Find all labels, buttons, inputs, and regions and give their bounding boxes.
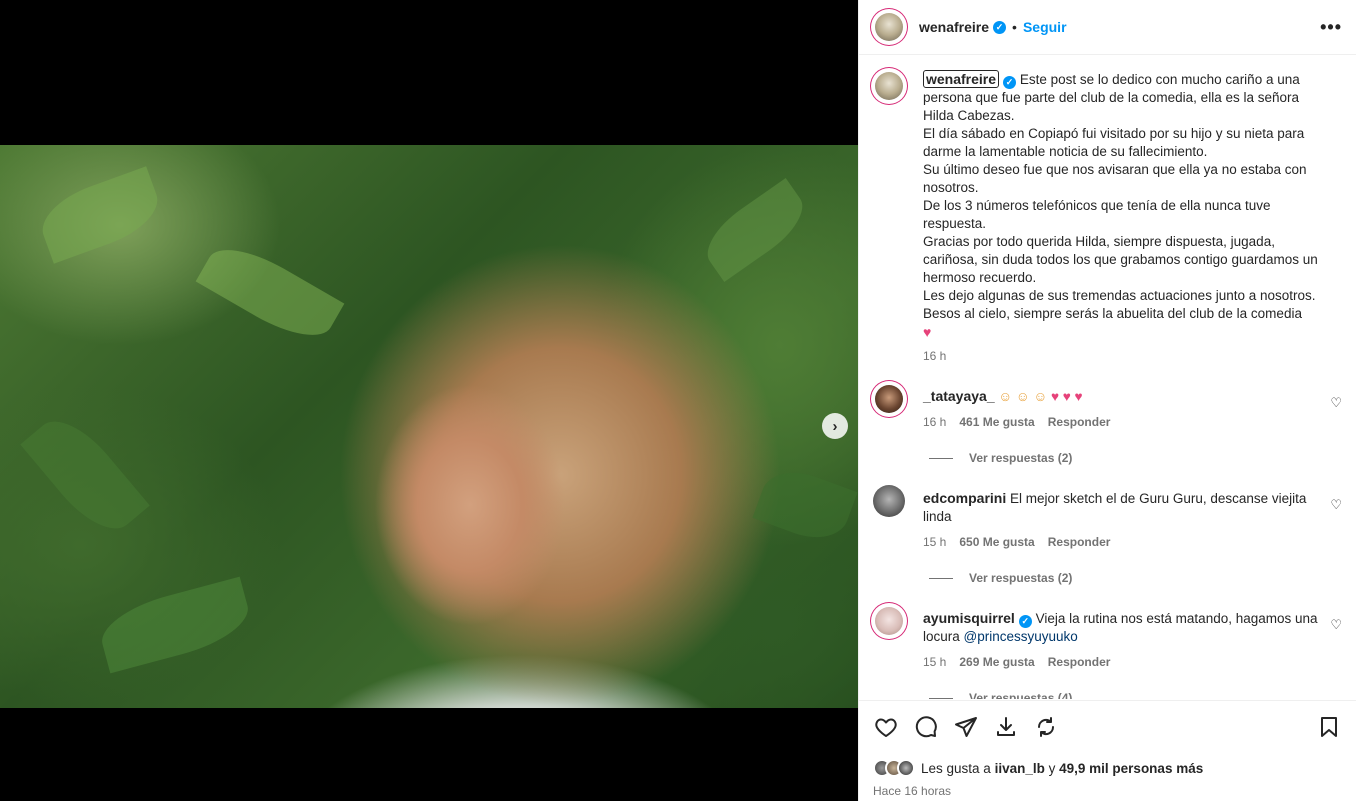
post-details-panel: wenafreire ✓ • Seguir ••• wenafreire ✓ Es…: [858, 0, 1356, 801]
caption-text-line: Les dejo algunas de sus tremendas actuac…: [923, 288, 1316, 303]
leaf-shape: [695, 177, 815, 283]
media-pane: ›: [0, 0, 858, 801]
reply-button[interactable]: Responder: [1048, 653, 1111, 671]
view-replies-button[interactable]: Ver respuestas (2): [929, 571, 1356, 585]
comment-meta: 15 h 650 Me gusta Responder: [923, 533, 1333, 551]
commenter-avatar[interactable]: [873, 485, 905, 517]
comment-mention-link[interactable]: @princessyuyuuko: [964, 629, 1078, 644]
comment-bubble-icon[interactable]: [913, 714, 939, 740]
leaf-shape: [33, 166, 167, 264]
view-replies-label: Ver respuestas (2): [969, 451, 1073, 465]
separator-dot: •: [1012, 19, 1017, 35]
view-replies-button[interactable]: Ver respuestas (2): [929, 451, 1356, 465]
caption-text-line: De los 3 números telefónicos que tenía d…: [923, 198, 1271, 231]
follow-button[interactable]: Seguir: [1023, 19, 1067, 35]
like-comment-heart-icon[interactable]: ♡: [1330, 497, 1342, 513]
likes-text: Les gusta a iivan_lb y 49,9 mil personas…: [921, 761, 1203, 776]
repost-icon[interactable]: [1033, 714, 1059, 740]
likes-joiner: y: [1048, 760, 1056, 776]
more-options-icon[interactable]: •••: [1320, 17, 1342, 38]
commenter-avatar[interactable]: [873, 605, 905, 637]
comment-meta: 16 h 461 Me gusta Responder: [923, 413, 1333, 431]
leaf-shape: [94, 576, 256, 674]
likes-summary[interactable]: Les gusta a iivan_lb y 49,9 mil personas…: [873, 759, 1342, 777]
liker-username[interactable]: iivan_lb: [995, 761, 1045, 776]
post-caption: wenafreire ✓ Este post se lo dedico con m…: [859, 56, 1356, 365]
leaf-shape: [20, 405, 150, 545]
comment-item: ayumisquirrel ✓ Vieja la rutina nos está …: [859, 605, 1356, 671]
replies-divider: [929, 577, 953, 579]
replies-divider: [929, 697, 953, 699]
comment-timestamp[interactable]: 15 h: [923, 533, 946, 551]
reply-button[interactable]: Responder: [1048, 533, 1111, 551]
commenter-username[interactable]: edcomparini: [923, 490, 1006, 506]
comment-likes-count[interactable]: 269 Me gusta: [959, 653, 1034, 671]
bookmark-icon[interactable]: [1316, 714, 1342, 740]
verified-badge-icon: ✓: [993, 20, 1007, 34]
comments-scroll-area[interactable]: wenafreire ✓ Este post se lo dedico con m…: [859, 56, 1356, 699]
view-replies-label: Ver respuestas (2): [969, 571, 1073, 585]
caption-timestamp[interactable]: 16 h: [923, 347, 1333, 365]
caption-avatar[interactable]: [873, 70, 905, 102]
author-username[interactable]: wenafreire: [919, 19, 989, 35]
like-comment-heart-icon[interactable]: ♡: [1330, 617, 1342, 633]
chevron-right-icon: ›: [832, 417, 838, 435]
pink-heart-emoji: ♥: [923, 324, 932, 340]
caption-username[interactable]: wenafreire: [923, 70, 1000, 88]
replies-divider: [929, 457, 953, 459]
share-send-icon[interactable]: [953, 714, 979, 740]
likes-count[interactable]: 49,9 mil personas más: [1059, 761, 1203, 776]
smiling-face-emoji: ☺ ☺ ☺: [998, 389, 1048, 404]
post-timestamp: Hace 16 horas: [873, 784, 952, 798]
heart-emoji: ♥ ♥ ♥: [1051, 389, 1083, 404]
action-icons-row: [873, 711, 1342, 743]
caption-text-line: Besos al cielo, siempre serás la abuelit…: [923, 306, 1302, 321]
post-action-bar: Les gusta a iivan_lb y 49,9 mil personas…: [859, 700, 1356, 798]
likes-prefix: Les gusta a: [921, 760, 991, 776]
next-image-button[interactable]: ›: [822, 413, 848, 439]
leaf-shape: [752, 461, 858, 549]
comment-text: ☺ ☺ ☺ ♥ ♥ ♥: [998, 389, 1082, 404]
caption-text-line: Su último deseo fue que nos avisaran que…: [923, 162, 1307, 195]
commenter-username[interactable]: ayumisquirrel: [923, 610, 1015, 626]
comment-item: edcomparini El mejor sketch el de Guru G…: [859, 485, 1356, 551]
caption-text-line: El día sábado en Copiapó fui visitado po…: [923, 126, 1305, 159]
commenter-username[interactable]: _tatayaya_: [923, 388, 995, 404]
comment-timestamp[interactable]: 15 h: [923, 653, 946, 671]
liker-avatar: [897, 759, 915, 777]
comment-likes-count[interactable]: 650 Me gusta: [959, 533, 1034, 551]
download-icon[interactable]: [993, 714, 1019, 740]
view-replies-label: Ver respuestas (4): [969, 691, 1073, 699]
comment-item: _tatayaya_ ☺ ☺ ☺ ♥ ♥ ♥ 16 h 461 Me gusta…: [859, 383, 1356, 431]
like-heart-icon[interactable]: [873, 714, 899, 740]
verified-badge-icon: ✓: [1003, 75, 1017, 89]
post-header: wenafreire ✓ • Seguir •••: [859, 0, 1356, 55]
like-comment-heart-icon[interactable]: ♡: [1330, 395, 1342, 411]
comment-likes-count[interactable]: 461 Me gusta: [959, 413, 1034, 431]
instagram-post-view: › wenafreire ✓ • Seguir ••• wenafreire ✓ …: [0, 0, 1356, 801]
leaf-shape: [195, 233, 345, 352]
author-avatar[interactable]: [873, 11, 905, 43]
commenter-avatar[interactable]: [873, 383, 905, 415]
comment-timestamp[interactable]: 16 h: [923, 413, 946, 431]
view-replies-button[interactable]: Ver respuestas (4): [929, 691, 1356, 699]
post-photo[interactable]: [0, 145, 858, 708]
reply-button[interactable]: Responder: [1048, 413, 1111, 431]
caption-text-line: Gracias por todo querida Hilda, siempre …: [923, 234, 1318, 285]
verified-badge-icon: ✓: [1018, 614, 1032, 628]
comment-meta: 15 h 269 Me gusta Responder: [923, 653, 1333, 671]
